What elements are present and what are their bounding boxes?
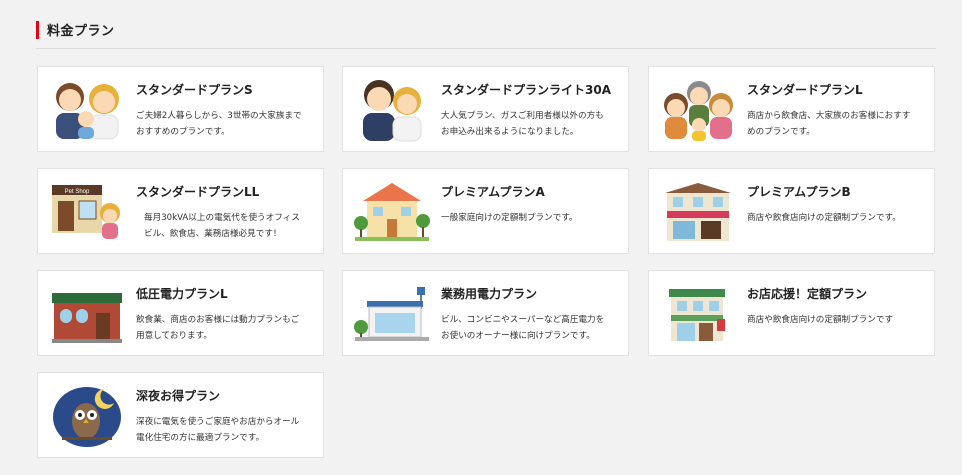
plan-card-standard-ll[interactable]: Pet Shop スタンダードプランLL 毎月30kVA以上の電気代を使うオフィ… [37,168,324,254]
plan-name: スタンダードプランL [747,83,863,97]
pet-shop-sign-text: Pet Shop [65,189,90,195]
pet-shop-icon: Pet Shop [52,185,120,239]
plan-name: 業務用電力プラン [441,287,538,301]
plan-name: スタンダードプランS [136,83,253,97]
plan-name: プレミアムプランB [747,185,851,199]
plan-name: スタンダードプランライト30A [441,83,611,97]
plan-card-premium-b[interactable]: プレミアムプランB 商店や飲食店向けの定額制プランです。 [648,168,935,254]
plan-card-low-voltage-l[interactable]: 低圧電力プランL 飲食業、商店のお客様には動力プランもご 用意しております。 [37,270,324,356]
plan-desc: 商店や飲食店向けの定額制プランです。 [747,213,901,223]
plan-card-standard-l[interactable]: スタンダードプランL 商店から飲食店、大家族のお客様におすす めのプランです。 [648,66,935,152]
plan-name: お店応援！定額プラン [747,287,868,301]
plan-desc: 毎月30kVA以上の電気代を使うオフィス ビル、飲食店、業務店様必見です！ [144,213,300,239]
plan-desc: 大人気プラン、ガスご利用者様以外の方も お申込み出来るようになりました。 [441,111,604,137]
shop-icon [669,289,725,341]
restaurant-icon [52,293,122,343]
plan-name: プレミアムプランA [441,185,545,199]
big-family-icon [664,81,733,141]
couple-icon [363,80,422,142]
plan-desc: ビル、コンビニやスーパーなど高圧電力を お使いのオーナー様に向けプランです。 [441,315,605,341]
storefront-icon [665,183,731,241]
convenience-store-icon [354,287,429,341]
plan-name: 低圧電力プランL [136,287,228,301]
family-couple-child-icon [56,83,119,140]
plan-name: スタンダードプランLL [136,185,260,199]
plan-card-standard-s[interactable]: スタンダードプランS ご夫婦2人暮らしから、3世帯の大家族まで おすすめのプランで… [37,66,324,152]
plan-desc: 一般家庭向けの定額制プランです。 [441,213,578,223]
plan-card-standard-light-30a[interactable]: スタンダードプランライト30A 大人気プラン、ガスご利用者様以外の方も お申込み出… [342,66,629,152]
plan-desc: 飲食業、商店のお客様には動力プランもご 用意しております。 [136,315,300,341]
house-icon [354,183,430,241]
plan-card-business-power[interactable]: 業務用電力プラン ビル、コンビニやスーパーなど高圧電力を お使いのオーナー様に向け… [342,270,629,356]
section-accent-bar [36,21,39,39]
section-title: 料金プラン [47,24,115,39]
plan-desc: 深夜に電気を使うご家庭やお店からオール 電化住宅の方に最適プランです。 [136,417,300,443]
plan-desc: 商店から飲食店、大家族のお客様におすす めのプランです。 [747,111,911,137]
plan-desc: 商店や飲食店向けの定額制プランです [747,315,894,325]
owl-night-icon [53,387,121,447]
plan-card-late-night[interactable]: 深夜お得プラン 深夜に電気を使うご家庭やお店からオール 電化住宅の方に最適プランで… [37,372,324,458]
section-header: 料金プラン [36,19,936,49]
plan-card-shop-support[interactable]: お店応援！定額プラン 商店や飲食店向けの定額制プランです [648,270,935,356]
plan-card-premium-a[interactable]: プレミアムプランA 一般家庭向けの定額制プランです。 [342,168,629,254]
plan-desc: ご夫婦2人暮らしから、3世帯の大家族まで おすすめのプランです。 [136,111,302,137]
plan-name: 深夜お得プラン [136,389,221,403]
